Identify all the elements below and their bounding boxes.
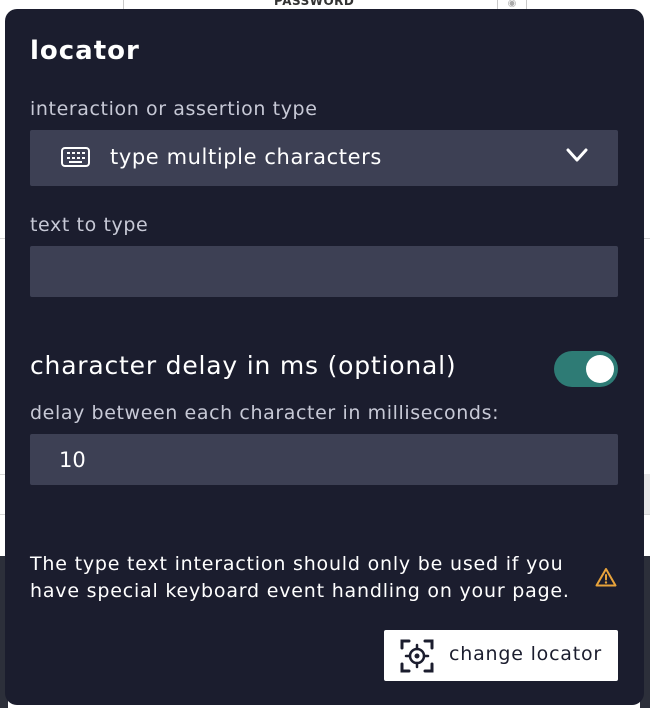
delay-input[interactable] bbox=[30, 434, 618, 485]
crosshair-icon bbox=[400, 639, 434, 673]
keyboard-icon bbox=[61, 147, 90, 167]
warning-icon bbox=[595, 568, 617, 587]
character-delay-toggle[interactable] bbox=[554, 351, 618, 387]
toggle-knob bbox=[586, 355, 614, 383]
background-password-label: PASSWORD bbox=[274, 0, 355, 8]
text-to-type-label: text to type bbox=[30, 214, 149, 236]
chevron-down-icon bbox=[566, 148, 588, 162]
change-locator-button[interactable]: change locator bbox=[384, 630, 618, 681]
change-locator-label: change locator bbox=[449, 643, 603, 665]
text-to-type-input[interactable] bbox=[30, 246, 618, 297]
locator-panel: locator interaction or assertion type ty… bbox=[5, 9, 644, 705]
interaction-type-select[interactable]: type multiple characters bbox=[30, 130, 618, 186]
character-delay-title: character delay in ms (optional) bbox=[30, 351, 457, 380]
interaction-type-label: interaction or assertion type bbox=[30, 98, 318, 120]
delay-field-label: delay between each character in millisec… bbox=[30, 402, 500, 424]
interaction-type-value: type multiple characters bbox=[110, 145, 382, 169]
panel-title: locator bbox=[30, 36, 140, 66]
warning-note: The type text interaction should only be… bbox=[30, 553, 570, 602]
